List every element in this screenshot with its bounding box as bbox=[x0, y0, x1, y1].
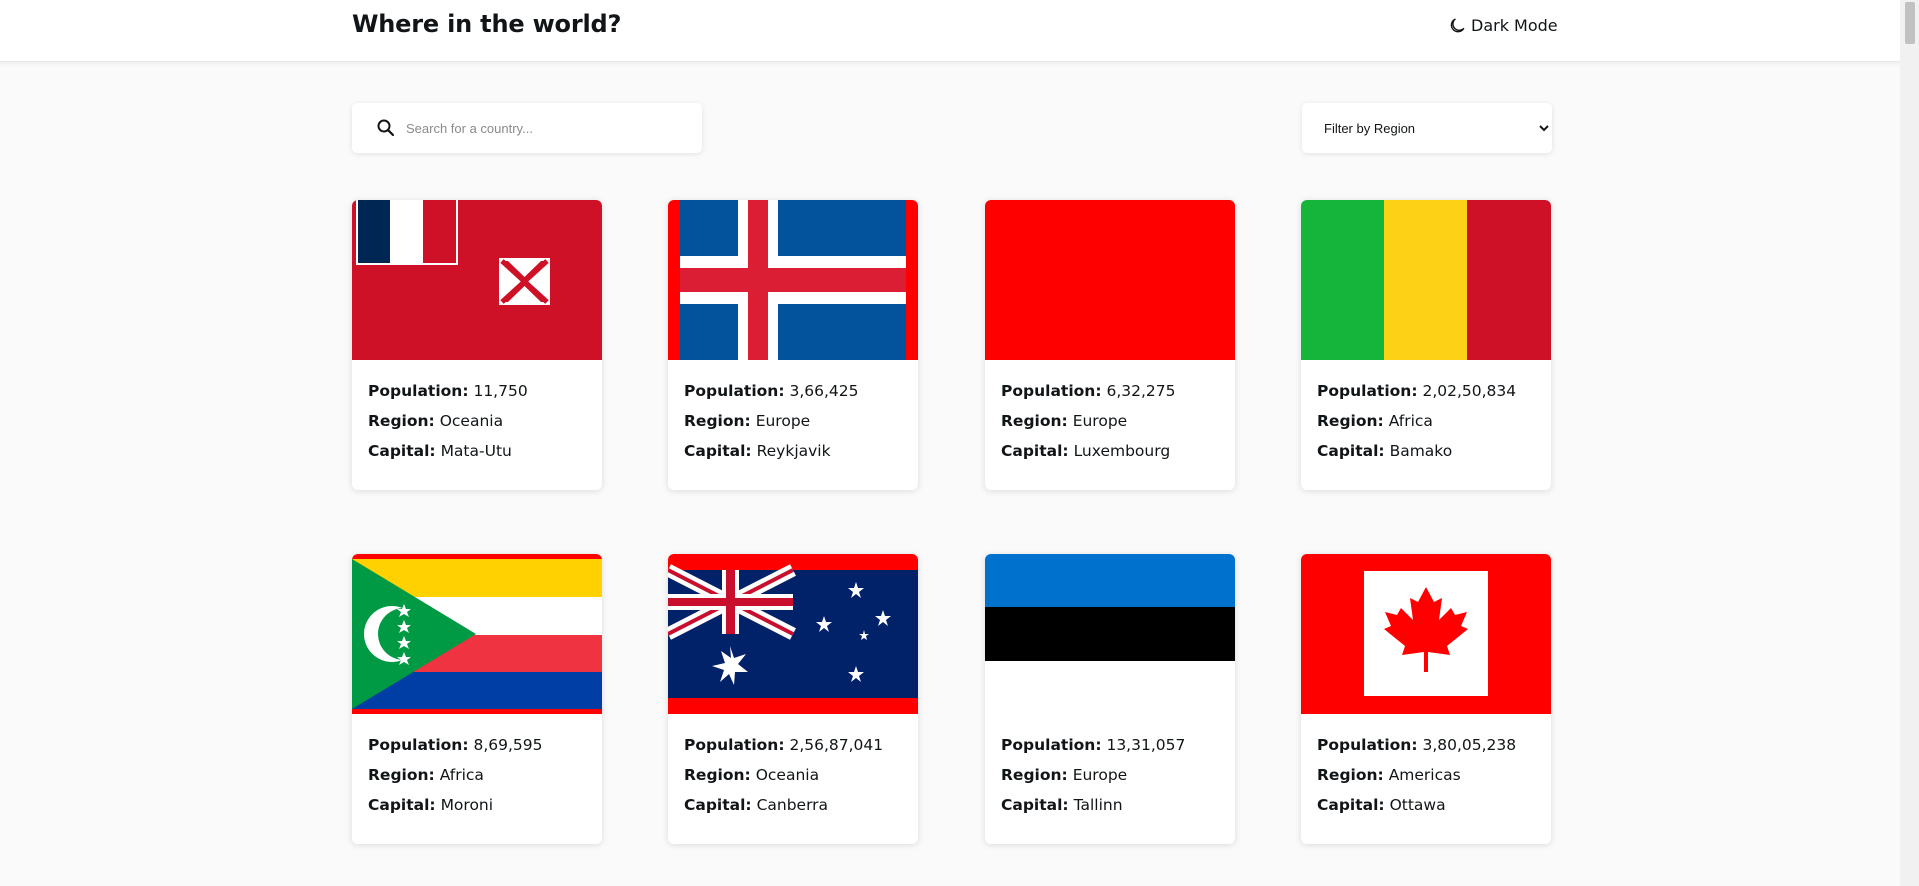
population-row: Population: 11,750 bbox=[368, 382, 528, 400]
flag-image-wallis-and-futuna bbox=[352, 200, 602, 360]
country-card[interactable]: Population: 3,66,425 Region: Europe Capi… bbox=[668, 200, 918, 490]
moon-icon bbox=[1450, 18, 1465, 32]
capital-row: Capital: Ottawa bbox=[1317, 796, 1446, 814]
dark-mode-toggle[interactable]: Dark Mode bbox=[1449, 16, 1558, 35]
country-card[interactable]: Population: 2,56,87,041 Region: Oceania … bbox=[668, 554, 918, 844]
flag-image-estonia bbox=[985, 554, 1235, 714]
flag-image-iceland bbox=[668, 200, 918, 360]
scrollbar-track[interactable] bbox=[1900, 0, 1919, 886]
population-row: Population: 3,80,05,238 bbox=[1317, 736, 1517, 754]
population-row: Population: 2,56,87,041 bbox=[684, 736, 884, 754]
search-icon bbox=[377, 119, 395, 137]
page-title: Where in the world? bbox=[352, 10, 622, 38]
population-row: Population: 13,31,057 bbox=[1001, 736, 1186, 754]
capital-row: Capital: Canberra bbox=[684, 796, 829, 814]
search-input[interactable] bbox=[406, 113, 686, 143]
population-row: Population: 8,69,595 bbox=[368, 736, 543, 754]
flag-image-comoros bbox=[352, 554, 602, 714]
capital-row: Capital: Luxembourg bbox=[1001, 442, 1171, 460]
flag-image-canada bbox=[1301, 554, 1551, 714]
region-row: Region: Oceania bbox=[368, 412, 504, 430]
capital-row: Capital: Tallinn bbox=[1001, 796, 1123, 814]
capital-row: Capital: Reykjavik bbox=[684, 442, 831, 460]
region-row: Region: Europe bbox=[1001, 412, 1128, 430]
flag-image-luxembourg bbox=[985, 200, 1235, 360]
capital-row: Capital: Mata-Utu bbox=[368, 442, 512, 460]
region-row: Region: Africa bbox=[368, 766, 484, 784]
region-filter-select[interactable]: Filter by Region bbox=[1302, 103, 1552, 153]
country-card[interactable]: Population: 11,750 Region: Oceania Capit… bbox=[352, 200, 602, 490]
capital-row: Capital: Bamako bbox=[1317, 442, 1453, 460]
region-row: Region: Oceania bbox=[684, 766, 820, 784]
dark-mode-label: Dark Mode bbox=[1471, 16, 1558, 35]
country-card[interactable]: Population: 13,31,057 Region: Europe Cap… bbox=[985, 554, 1235, 844]
top-bar: Where in the world? Dark Mode bbox=[0, 0, 1900, 62]
scrollbar-thumb[interactable] bbox=[1905, 2, 1915, 44]
population-row: Population: 3,66,425 bbox=[684, 382, 859, 400]
region-row: Region: Americas bbox=[1317, 766, 1461, 784]
country-card[interactable]: Population: 8,69,595 Region: Africa Capi… bbox=[352, 554, 602, 844]
population-row: Population: 2,02,50,834 bbox=[1317, 382, 1517, 400]
capital-row: Capital: Moroni bbox=[368, 796, 494, 814]
region-row: Region: Africa bbox=[1317, 412, 1433, 430]
flag-image-mali bbox=[1301, 200, 1551, 360]
region-filter: Filter by Region bbox=[1302, 103, 1552, 153]
region-row: Region: Europe bbox=[1001, 766, 1128, 784]
country-card[interactable]: Population: 2,02,50,834 Region: Africa C… bbox=[1301, 200, 1551, 490]
region-row: Region: Europe bbox=[684, 412, 811, 430]
search-box bbox=[352, 103, 702, 153]
population-row: Population: 6,32,275 bbox=[1001, 382, 1176, 400]
flag-image-australia bbox=[668, 554, 918, 714]
country-card[interactable]: Population: 3,80,05,238 Region: Americas… bbox=[1301, 554, 1551, 844]
country-card[interactable]: Population: 6,32,275 Region: Europe Capi… bbox=[985, 200, 1235, 490]
